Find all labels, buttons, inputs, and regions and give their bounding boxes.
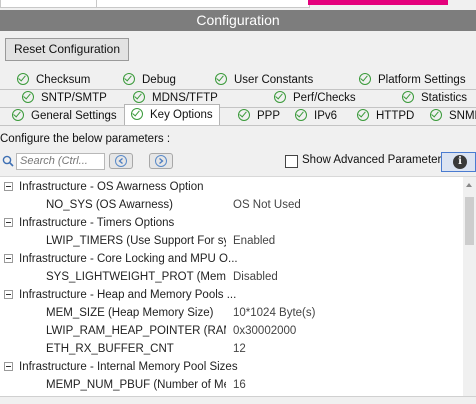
arrow-right-icon: [155, 155, 167, 167]
tab-perf-checks[interactable]: Perf/Checks: [274, 90, 356, 107]
group-label: Infrastructure - OS Awarness Option: [19, 181, 204, 193]
check-circle-icon: [133, 91, 145, 103]
check-circle-icon: [131, 108, 143, 120]
tab-label: Key Options: [150, 109, 213, 121]
check-circle-icon: [295, 109, 307, 121]
accent-strip: [308, 0, 448, 5]
param-value: 10*1024 Byte(s): [233, 307, 316, 319]
arrow-left-icon: [115, 155, 127, 167]
collapse-icon[interactable]: [4, 182, 13, 191]
info-icon: i: [453, 155, 467, 169]
vertical-scrollbar[interactable]: [463, 193, 476, 397]
search-input[interactable]: Search (Ctrl...: [16, 153, 105, 170]
search-previous-button[interactable]: [109, 153, 133, 169]
scrollbar-thumb[interactable]: [465, 197, 474, 245]
param-name: NO_SYS (OS Awarness): [46, 199, 173, 211]
tree-group-row[interactable]: Infrastructure - Timers Options: [0, 214, 462, 232]
tab-label: User Constants: [234, 74, 314, 86]
search-next-button[interactable]: [149, 153, 173, 169]
tab-label: General Settings: [31, 110, 117, 122]
param-value: 12: [233, 343, 246, 355]
info-button[interactable]: i: [441, 152, 476, 172]
tab-label: IPv6: [314, 110, 338, 122]
tab-label: SNTP/SMTP: [41, 92, 107, 104]
check-circle-icon: [357, 109, 369, 121]
tab-label: SNMP: [449, 110, 476, 122]
tree-group-row[interactable]: Infrastructure - Heap and Memory Pools .…: [0, 286, 462, 304]
group-label: Infrastructure - Core Locking and MPU O.…: [19, 253, 238, 265]
tab-row-divider: [0, 125, 476, 126]
tab-platform-settings[interactable]: Platform Settings: [359, 72, 466, 89]
tree-group-row[interactable]: Infrastructure - OS Awarness Option: [0, 178, 462, 196]
tree-param-row[interactable]: MEMP_NUM_PBUF (Number of Mem... 16: [0, 376, 462, 394]
tree-param-row[interactable]: SYS_LIGHTWEIGHT_PROT (Memory... Disabled: [0, 268, 462, 286]
tab-label: Statistics: [421, 92, 468, 104]
parameters-heading: Configure the below parameters :: [0, 133, 171, 145]
tab-sntp-smtp[interactable]: SNTP/SMTP: [22, 90, 107, 107]
parameters-tree: Infrastructure - OS Awarness Option NO_S…: [0, 176, 476, 397]
param-value: Enabled: [233, 235, 276, 247]
check-circle-icon: [17, 73, 29, 85]
tab-httpd[interactable]: HTTPD: [357, 108, 414, 125]
tab-snmp[interactable]: SNMP: [430, 108, 476, 125]
tab-label: Checksum: [36, 74, 91, 86]
tree-group-row[interactable]: Infrastructure - Core Locking and MPU O.…: [0, 250, 462, 268]
param-name: SYS_LIGHTWEIGHT_PROT (Memory...: [46, 271, 226, 283]
tab-ipv6[interactable]: IPv6: [295, 108, 337, 125]
top-strip-cell: [0, 0, 98, 8]
top-strip: [0, 0, 476, 10]
check-circle-icon: [430, 109, 442, 121]
tab-general-settings[interactable]: General Settings: [12, 108, 117, 125]
param-value: Disabled: [233, 271, 278, 283]
tab-label: HTTPD: [376, 110, 415, 122]
param-value: OS Not Used: [233, 199, 301, 211]
group-label: Infrastructure - Internal Memory Pool Si…: [19, 361, 238, 373]
collapse-icon[interactable]: [4, 218, 13, 227]
check-circle-icon: [402, 91, 414, 103]
reset-configuration-button[interactable]: Reset Configuration: [5, 38, 129, 61]
tree-param-row[interactable]: LWIP_RAM_HEAP_POINTER (RAM ... 0x3000200…: [0, 322, 462, 340]
tab-user-constants[interactable]: User Constants: [215, 72, 313, 89]
param-name: ETH_RX_BUFFER_CNT: [46, 343, 174, 355]
tree-group-row[interactable]: Infrastructure - Internal Memory Pool Si…: [0, 358, 462, 376]
tree-param-row[interactable]: MEM_SIZE (Heap Memory Size) 10*1024 Byte…: [0, 304, 462, 322]
scroll-up-button[interactable]: [463, 177, 476, 193]
check-circle-icon: [238, 109, 250, 121]
collapse-icon[interactable]: [4, 254, 13, 263]
tab-debug[interactable]: Debug: [123, 72, 176, 89]
check-circle-icon: [215, 73, 227, 85]
tab-label: Debug: [142, 74, 176, 86]
param-value: 16: [233, 379, 246, 391]
param-name: MEM_SIZE (Heap Memory Size): [46, 307, 214, 319]
param-name: LWIP_TIMERS (Use Support For sy...: [46, 235, 226, 247]
check-circle-icon: [22, 91, 34, 103]
show-advanced-label: Show Advanced Parameters: [302, 154, 448, 166]
tab-label: Perf/Checks: [293, 92, 356, 104]
tab-label: Platform Settings: [378, 74, 466, 86]
tab-checksum[interactable]: Checksum: [17, 72, 90, 89]
top-strip-cell: [96, 0, 310, 8]
tab-statistics[interactable]: Statistics: [402, 90, 467, 107]
param-value: 0x30002000: [233, 325, 297, 337]
collapse-icon[interactable]: [4, 290, 13, 299]
check-circle-icon: [359, 73, 371, 85]
show-advanced-checkbox[interactable]: [285, 155, 298, 168]
check-circle-icon: [274, 91, 286, 103]
group-label: Infrastructure - Heap and Memory Pools .…: [19, 289, 237, 301]
tree-param-row[interactable]: NO_SYS (OS Awarness) OS Not Used: [0, 196, 462, 214]
tab-label: PPP: [257, 110, 281, 122]
tree-param-row[interactable]: ETH_RX_BUFFER_CNT 12: [0, 340, 462, 358]
configuration-title: Configuration: [0, 10, 476, 31]
group-label: Infrastructure - Timers Options: [19, 217, 175, 229]
collapse-icon[interactable]: [4, 362, 13, 371]
param-name: MEMP_NUM_PBUF (Number of Mem...: [46, 379, 226, 391]
param-name: LWIP_RAM_HEAP_POINTER (RAM ...: [46, 325, 226, 337]
tree-param-row[interactable]: LWIP_TIMERS (Use Support For sy... Enabl…: [0, 232, 462, 250]
check-circle-icon: [123, 73, 135, 85]
check-circle-icon: [12, 109, 24, 121]
tab-key-options[interactable]: Key Options: [124, 104, 220, 125]
tab-ppp[interactable]: PPP: [238, 108, 280, 125]
search-icon: [2, 155, 14, 167]
tab-label: MDNS/TFTP: [152, 92, 218, 104]
